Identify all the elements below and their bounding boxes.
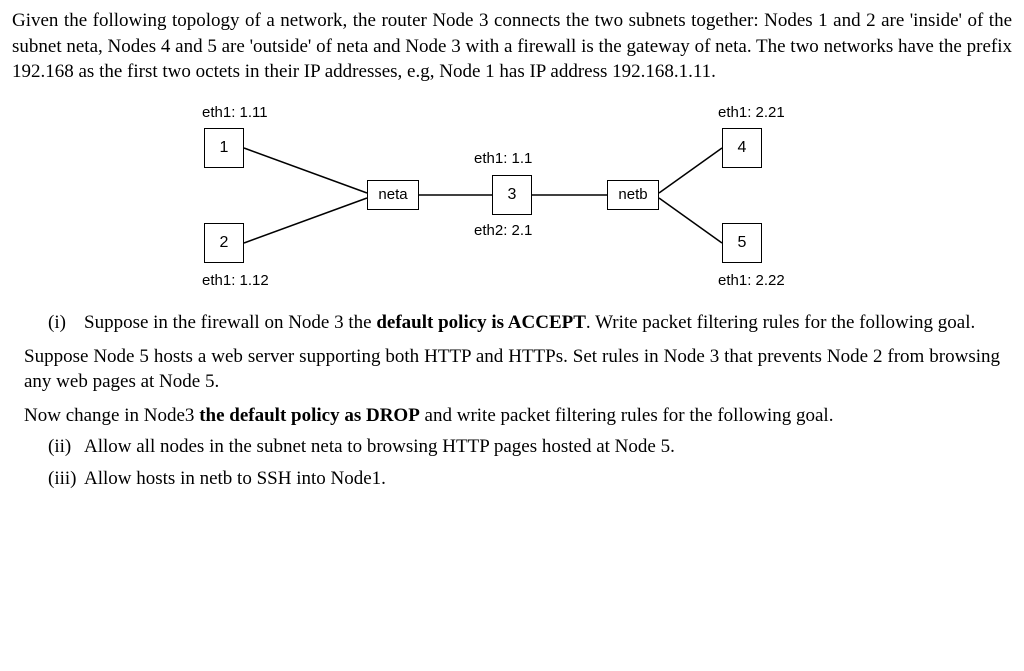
node-2-label: 2	[220, 232, 229, 254]
network-diagram: eth1: 1.11 eth1: 1.12 eth1: 1.1 eth2: 2.…	[162, 93, 862, 298]
change-text-b: and write packet filtering rules for the…	[420, 405, 834, 426]
question-iii-number: (iii)	[48, 466, 84, 492]
question-i-text-b: . Write packet filtering rules for the f…	[586, 312, 975, 333]
label-node4-iface: eth1: 2.21	[718, 103, 785, 123]
label-node3-iface-bottom: eth2: 2.1	[474, 221, 532, 241]
question-ii-body: Allow all nodes in the subnet neta to br…	[84, 434, 1012, 460]
node-3: 3	[492, 175, 532, 215]
question-i-body: Suppose in the firewall on Node 3 the de…	[84, 310, 1012, 336]
label-node1-iface: eth1: 1.11	[202, 103, 268, 123]
goal-i-paragraph: Suppose Node 5 hosts a web server suppor…	[24, 344, 1000, 395]
question-i-bold: default policy is ACCEPT	[376, 312, 586, 333]
question-ii: (ii) Allow all nodes in the subnet neta …	[48, 434, 1012, 460]
question-i: (i) Suppose in the firewall on Node 3 th…	[48, 310, 1012, 336]
label-node3-iface-top: eth1: 1.1	[474, 149, 532, 169]
node-3-label: 3	[508, 184, 517, 206]
node-1-label: 1	[220, 137, 229, 159]
node-4: 4	[722, 128, 762, 168]
document-page: Given the following topology of a networ…	[0, 0, 1024, 492]
label-node2-iface: eth1: 1.12	[202, 271, 269, 291]
policy-change-paragraph: Now change in Node3 the default policy a…	[24, 403, 1000, 429]
question-i-text-a: Suppose in the firewall on Node 3 the	[84, 312, 376, 333]
label-node5-iface: eth1: 2.22	[718, 271, 785, 291]
question-iii: (iii) Allow hosts in netb to SSH into No…	[48, 466, 1012, 492]
net-a-label: neta	[378, 185, 407, 205]
change-bold: the default policy as DROP	[199, 405, 420, 426]
net-a: neta	[367, 180, 419, 210]
net-b: netb	[607, 180, 659, 210]
net-b-label: netb	[618, 185, 647, 205]
intro-paragraph: Given the following topology of a networ…	[12, 8, 1012, 85]
node-4-label: 4	[738, 137, 747, 159]
node-5-label: 5	[738, 232, 747, 254]
question-ii-number: (ii)	[48, 434, 84, 460]
node-1: 1	[204, 128, 244, 168]
question-i-number: (i)	[48, 310, 84, 336]
question-iii-body: Allow hosts in netb to SSH into Node1.	[84, 466, 1012, 492]
node-2: 2	[204, 223, 244, 263]
change-text-a: Now change in Node3	[24, 405, 199, 426]
node-5: 5	[722, 223, 762, 263]
